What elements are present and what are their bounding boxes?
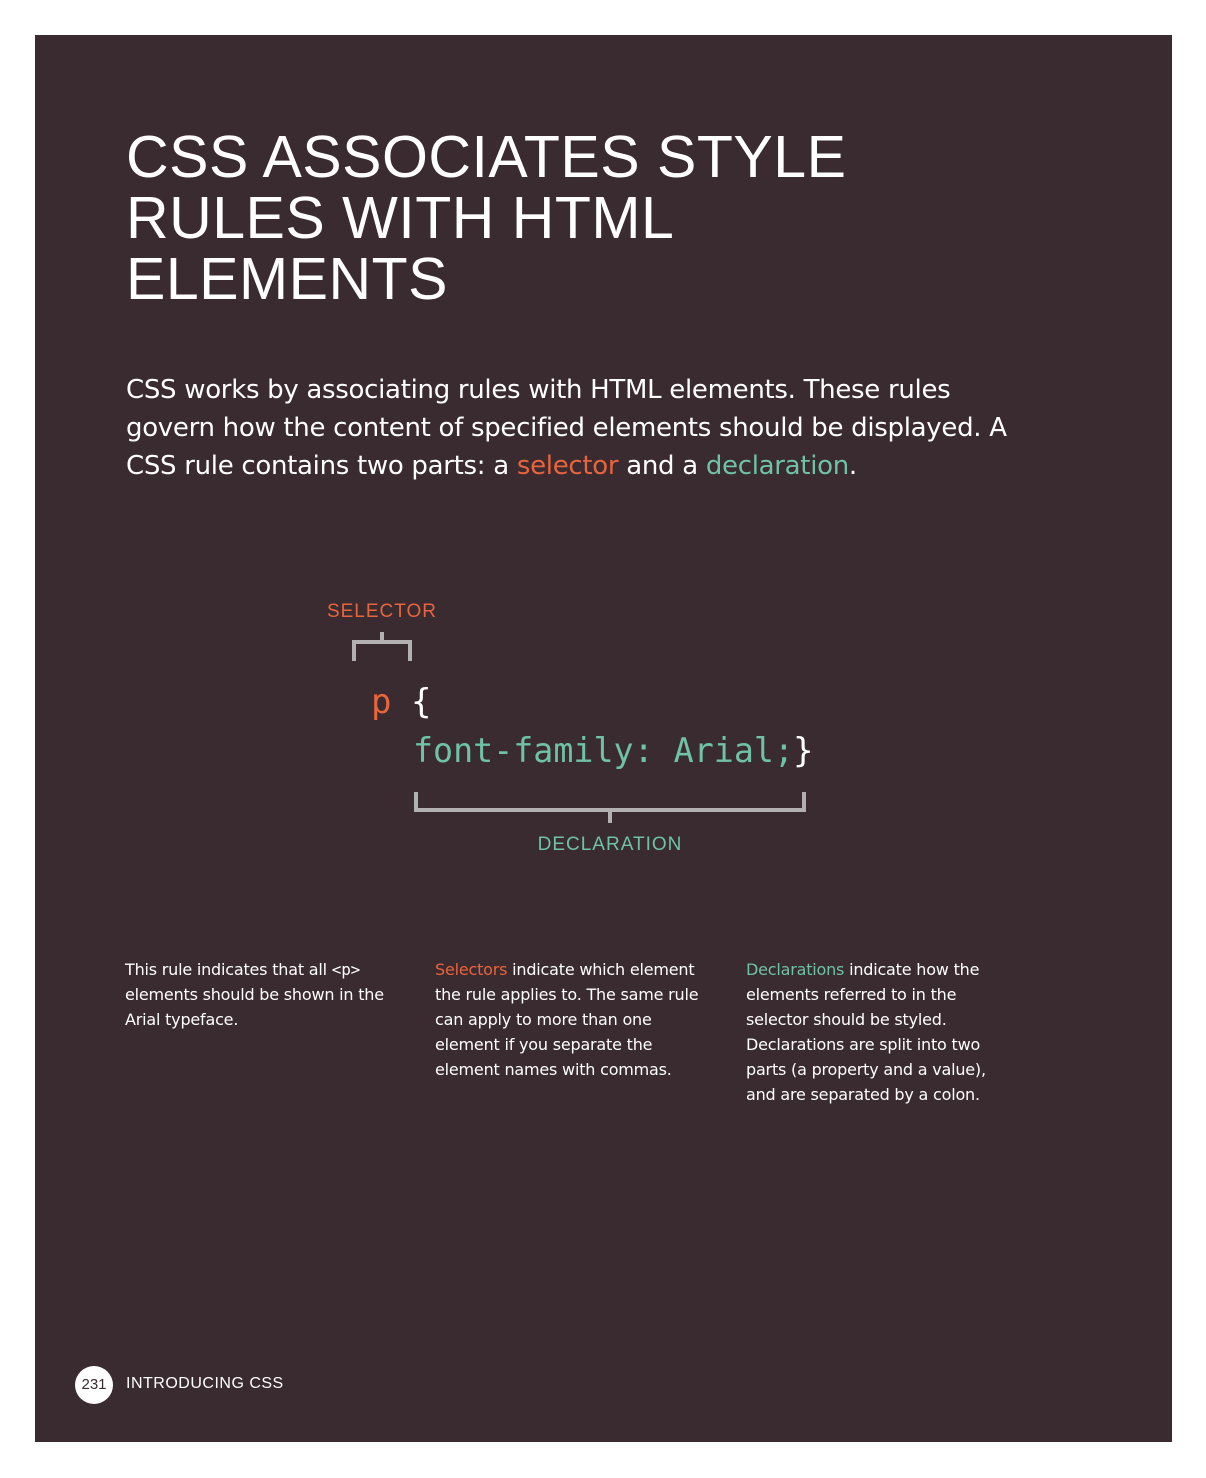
code-close-brace: }: [793, 731, 813, 771]
selector-label: SELECTOR: [327, 601, 437, 622]
rule-explanation: This rule indicates that all <p> element…: [125, 957, 395, 1032]
declaration-bracket: [414, 792, 806, 823]
declarations-term: Declarations: [746, 960, 845, 979]
selectors-explanation: Selectors indicate which element the rul…: [435, 957, 705, 1082]
css-rule-diagram: SELECTOR p { font-family: Arial; } DECLA…: [327, 601, 814, 855]
page: CSS ASSOCIATES STYLE RULES WITH HTML ELE…: [35, 35, 1172, 1442]
page-number-badge: 231: [75, 1366, 113, 1404]
col-text: elements should be shown in the Arial ty…: [125, 985, 384, 1029]
code-declaration: font-family: Arial;: [413, 731, 794, 771]
col-text: This rule indicates that all: [125, 960, 332, 979]
code-open-brace: {: [411, 682, 431, 722]
chapter-name: INTRODUCING CSS: [126, 1375, 284, 1392]
code-selector: p: [371, 682, 391, 722]
selectors-term: Selectors: [435, 960, 508, 979]
declaration-label: DECLARATION: [538, 834, 683, 855]
col-text: indicate how the elements referred to in…: [746, 960, 986, 1104]
selector-bracket: [352, 632, 412, 661]
declarations-explanation: Declarations indicate how the elements r…: [746, 957, 1016, 1107]
p-tag: <p>: [331, 960, 361, 979]
